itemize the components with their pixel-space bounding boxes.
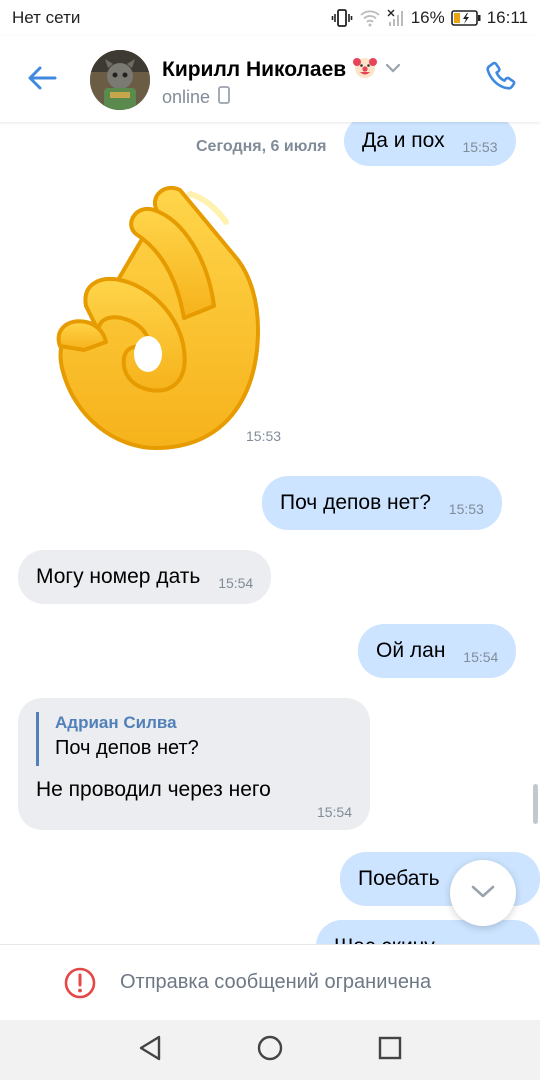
contact-name-row[interactable]: Кирилл Николаев bbox=[162, 54, 402, 85]
message-time: 15:54 bbox=[218, 575, 254, 592]
status-bar: Нет сети 16% 16:11 bbox=[0, 0, 540, 36]
message-time: 15:54 bbox=[463, 649, 499, 666]
reply-quote[interactable]: Адриан Силва Поч депов нет? bbox=[36, 712, 199, 766]
message-bubble-out[interactable]: Да и пох 15:53 bbox=[344, 122, 516, 167]
message-text: Поч депов нет? bbox=[280, 491, 431, 515]
battery-icon bbox=[450, 10, 481, 26]
vibrate-icon bbox=[331, 9, 353, 27]
status-indicators: 16% 16:11 bbox=[331, 8, 528, 28]
nav-recents-icon bbox=[377, 1035, 403, 1066]
message-bubble-in[interactable]: Могу номер дать 15:54 bbox=[18, 550, 272, 605]
network-status: Нет сети bbox=[12, 8, 81, 27]
chevron-down-icon bbox=[384, 61, 402, 79]
chevron-down-icon bbox=[469, 882, 497, 905]
phone-call-icon bbox=[484, 60, 518, 99]
message-text: Да и пох bbox=[362, 129, 445, 153]
message-text: Не проводил через него bbox=[36, 778, 271, 801]
clock: 16:11 bbox=[486, 8, 528, 27]
battery-percent: 16% bbox=[410, 8, 445, 27]
message-text: Ой лан bbox=[376, 639, 446, 663]
message-text: Могу номер дать bbox=[36, 565, 201, 589]
mobile-phone-icon bbox=[218, 86, 230, 109]
nav-back-button[interactable] bbox=[130, 1030, 170, 1070]
avatar[interactable] bbox=[90, 50, 150, 110]
scroll-to-bottom-button[interactable] bbox=[450, 860, 516, 926]
alert-circle-icon bbox=[64, 967, 96, 999]
scrollbar-thumb[interactable] bbox=[533, 784, 538, 824]
message-bubble-out[interactable]: Шас скину bbox=[316, 920, 540, 944]
clown-emoji-icon bbox=[352, 54, 378, 85]
message-text: Поебать bbox=[358, 867, 440, 891]
online-status: online bbox=[162, 87, 211, 107]
back-arrow-icon bbox=[27, 65, 57, 96]
contact-name: Кирилл Николаев bbox=[162, 57, 347, 81]
system-navigation-bar bbox=[0, 1020, 540, 1080]
sticker-time: 15:53 bbox=[246, 428, 282, 444]
messaging-restricted-banner: Отправка сообщений ограничена bbox=[0, 944, 540, 1020]
wifi-off-icon bbox=[359, 9, 381, 27]
message-bubble-in-reply[interactable]: Адриан Силва Поч депов нет? Не проводил … bbox=[18, 698, 370, 830]
message-bubble-out[interactable]: Ой лан 15:54 bbox=[358, 624, 517, 679]
back-button[interactable] bbox=[20, 58, 64, 102]
signal-icon bbox=[387, 9, 405, 27]
message-time: 15:53 bbox=[448, 501, 484, 518]
chat-header: Кирилл Николаев online bbox=[0, 36, 540, 122]
ok-hand-sticker[interactable] bbox=[40, 178, 270, 458]
nav-back-icon bbox=[137, 1034, 163, 1067]
contact-status-row: online bbox=[162, 86, 230, 109]
reply-quoted-text: Поч депов нет? bbox=[55, 737, 199, 759]
nav-home-icon bbox=[256, 1034, 284, 1067]
date-separator: Сегодня, 6 июля bbox=[196, 138, 327, 155]
nav-home-button[interactable] bbox=[250, 1030, 290, 1070]
message-bubble-out[interactable]: Поч депов нет? 15:53 bbox=[262, 476, 502, 531]
reply-author: Адриан Силва bbox=[55, 713, 177, 732]
message-list[interactable]: Сегодня, 6 июля Да и пох 15:53 15:53 Поч… bbox=[0, 122, 540, 944]
call-button[interactable] bbox=[478, 56, 524, 102]
restriction-text: Отправка сообщений ограничена bbox=[120, 971, 432, 993]
nav-recents-button[interactable] bbox=[370, 1030, 410, 1070]
message-time: 15:53 bbox=[462, 139, 498, 156]
message-text: Шас скину bbox=[334, 934, 435, 944]
message-time: 15:54 bbox=[316, 804, 352, 820]
